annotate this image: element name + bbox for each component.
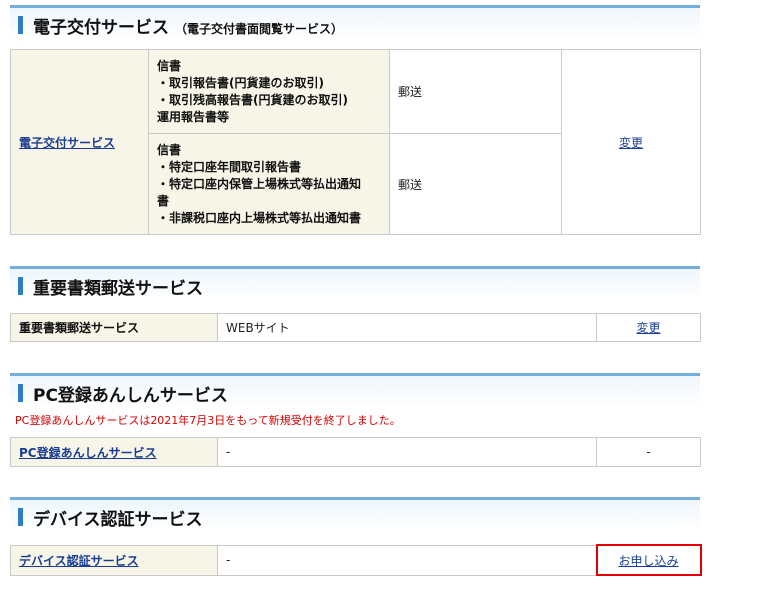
mail-service-table: 重要書類郵送サービス WEBサイト 変更: [10, 313, 701, 342]
device-authentication-section: デバイス認証サービス デバイス認証サービス - お申し込み: [10, 497, 702, 576]
action-cell: お申し込み: [595, 544, 702, 576]
doc-line: ・非課税口座内上場株式等払出通知書: [157, 210, 362, 225]
doc-line: ・取引残高報告書(円貨建のお取引): [157, 92, 348, 107]
section-title: 電子交付サービス （電子交付書面閲覧サービス）: [33, 13, 343, 38]
doc-line: 信書: [157, 142, 182, 157]
pc-registration-section: PC登録あんしんサービス PC登録あんしんサービスは2021年7月3日をもって新…: [10, 373, 701, 467]
mail-service-value: WEBサイト: [217, 313, 597, 342]
section-subtitle: （電子交付書面閲覧サービス）: [175, 22, 344, 36]
important-documents-mail-section: 重要書類郵送サービス 重要書類郵送サービス WEBサイト 変更: [10, 266, 701, 342]
delivery-method-1: 郵送: [389, 49, 562, 134]
document-list-2: 信書 ・特定口座年間取引報告書 ・特定口座内保管上場株式等払出通知 書 ・非課税…: [148, 133, 390, 235]
section-title: PC登録あんしんサービス: [33, 386, 228, 406]
change-button[interactable]: 変更: [636, 321, 660, 335]
section-header: 重要書類郵送サービス: [10, 266, 700, 300]
mail-service-label: 重要書類郵送サービス: [10, 313, 218, 342]
apply-button[interactable]: お申し込み: [618, 554, 678, 568]
document-list-1: 信書 ・取引報告書(円貨建のお取引) ・取引残高報告書(円貨建のお取引) 運用報…: [148, 49, 390, 134]
pc-service-action: -: [596, 437, 701, 467]
action-cell: 変更: [596, 313, 701, 342]
table-row: 電子交付サービス 信書 ・取引報告書(円貨建のお取引) ・取引残高報告書(円貨建…: [10, 49, 701, 235]
section-title: デバイス認証サービス: [33, 510, 203, 530]
doc-line: 書: [157, 193, 170, 208]
heading-bar-icon: [18, 384, 23, 402]
device-authentication-link[interactable]: デバイス認証サービス: [19, 554, 139, 568]
action-cell: 変更: [561, 49, 701, 235]
electronic-delivery-table: 電子交付サービス 信書 ・取引報告書(円貨建のお取引) ・取引残高報告書(円貨建…: [10, 49, 701, 235]
table-row: PC登録あんしんサービス - -: [10, 437, 701, 467]
device-service-table: デバイス認証サービス - お申し込み: [10, 544, 702, 576]
table-row: デバイス認証サービス - お申し込み: [10, 544, 702, 576]
section-header: PC登録あんしんサービス: [10, 373, 700, 407]
heading-bar-icon: [18, 508, 23, 526]
electronic-delivery-link[interactable]: 電子交付サービス: [19, 136, 115, 150]
change-button[interactable]: 変更: [619, 136, 643, 150]
doc-line: 運用報告書等: [157, 109, 230, 124]
service-cell: PC登録あんしんサービス: [10, 437, 218, 467]
service-ended-notice: PC登録あんしんサービスは2021年7月3日をもって新規受付を終了しました。: [15, 414, 401, 427]
device-service-value: -: [217, 544, 597, 576]
pc-service-table: PC登録あんしんサービス - -: [10, 437, 701, 467]
doc-line: ・取引報告書(円貨建のお取引): [157, 75, 324, 90]
section-title-text: 電子交付サービス: [33, 18, 169, 38]
heading-bar-icon: [18, 16, 23, 34]
pc-registration-link[interactable]: PC登録あんしんサービス: [19, 446, 157, 460]
electronic-delivery-section: 電子交付サービス （電子交付書面閲覧サービス） 電子交付サービス 信書 ・取引報告…: [10, 5, 701, 235]
section-header: デバイス認証サービス: [10, 497, 700, 531]
service-cell: デバイス認証サービス: [10, 544, 218, 576]
doc-line: ・特定口座年間取引報告書: [157, 159, 302, 174]
pc-service-value: -: [217, 437, 597, 467]
service-cell: 電子交付サービス: [10, 49, 149, 235]
delivery-method-2: 郵送: [389, 133, 562, 235]
table-row: 重要書類郵送サービス WEBサイト 変更: [10, 313, 701, 342]
doc-line: 信書: [157, 58, 182, 73]
section-header: 電子交付サービス （電子交付書面閲覧サービス）: [10, 5, 700, 39]
section-title: 重要書類郵送サービス: [33, 279, 203, 299]
doc-line: ・特定口座内保管上場株式等払出通知: [157, 176, 362, 191]
heading-bar-icon: [18, 277, 23, 295]
